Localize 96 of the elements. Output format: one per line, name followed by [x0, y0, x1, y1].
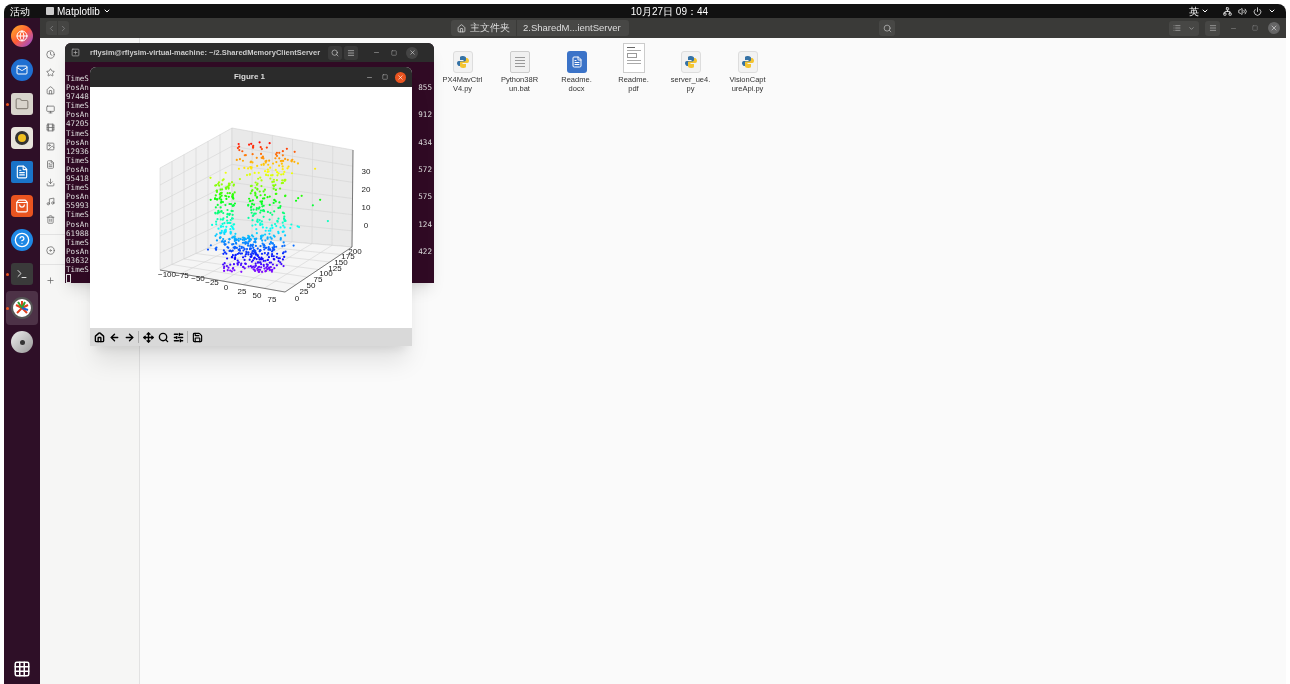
sliders-icon: [172, 331, 184, 343]
home-icon: [457, 23, 466, 33]
python-file-icon: [680, 51, 701, 73]
axis-tick-label: 20: [361, 185, 371, 194]
caret-icon: [1188, 24, 1196, 32]
close-icon: [1270, 24, 1278, 32]
dock-item[interactable]: [6, 291, 38, 325]
chevron-left-icon: [47, 23, 56, 33]
window-title: Figure 1: [232, 71, 267, 83]
star-icon[interactable]: [46, 68, 55, 78]
configure-button[interactable]: [171, 330, 185, 344]
monitor-icon[interactable]: [46, 104, 55, 114]
show-apps-icon[interactable]: [13, 660, 31, 678]
download-icon[interactable]: [46, 178, 55, 188]
home-icon: [93, 331, 105, 343]
arrow-right-icon: [123, 331, 135, 343]
close-button[interactable]: [395, 71, 406, 83]
python-file-icon: [737, 51, 758, 73]
zoom-button[interactable]: [156, 330, 170, 344]
activities-button[interactable]: 活动: [10, 4, 42, 19]
word-document-icon: [566, 51, 587, 73]
axis-tick-label: 25: [237, 287, 247, 296]
document-preview-icon: [622, 43, 645, 73]
axis-tick-label: 0: [223, 283, 229, 292]
axis-tick-label: 75: [313, 275, 323, 284]
document-icon: [11, 161, 33, 183]
maximize-icon: [1251, 25, 1258, 31]
maximize-button[interactable]: [379, 71, 391, 83]
document-icon[interactable]: [46, 160, 55, 170]
view-toggle-button[interactable]: [1169, 20, 1199, 36]
list-icon: [1172, 24, 1181, 32]
input-method-menu[interactable]: 英: [1189, 4, 1209, 19]
path-button[interactable]: 2.SharedM...ientServer: [517, 20, 629, 36]
text-file-icon: [509, 51, 530, 73]
volume-icon[interactable]: [1238, 6, 1247, 16]
close-icon: [397, 73, 404, 81]
arrow-left-icon: [108, 331, 120, 343]
move-icon: [142, 331, 154, 343]
text-cursor: [66, 274, 71, 283]
music-icon[interactable]: [46, 196, 55, 206]
caret-icon[interactable]: [1268, 7, 1276, 15]
film-icon[interactable]: [46, 123, 55, 133]
axis-tick-label: 0: [363, 221, 369, 230]
help-icon: [11, 229, 33, 251]
pan-button[interactable]: [141, 330, 155, 344]
home-icon[interactable]: [46, 86, 55, 96]
trash-icon[interactable]: [46, 215, 55, 225]
axis-tick-label: −75: [175, 271, 189, 280]
axis-tick-label: 150: [334, 258, 348, 267]
search-icon: [882, 23, 892, 33]
app-icon: [46, 7, 54, 15]
terminal-icon: [11, 263, 33, 285]
power-icon[interactable]: [1253, 6, 1262, 16]
maximize-icon: [382, 74, 388, 80]
browser-icon: [11, 25, 33, 47]
mail-icon: [11, 59, 33, 81]
axis-tick-label: 75: [267, 295, 277, 304]
search-button[interactable]: [879, 20, 895, 36]
close-icon: [408, 49, 416, 56]
app-menu[interactable]: Matplotlib: [46, 4, 111, 19]
caret-icon: [102, 7, 111, 15]
path-button[interactable]: 主文件夹: [451, 20, 516, 36]
search-button[interactable]: [328, 45, 343, 60]
axis-tick-label: 30: [361, 167, 371, 176]
python-file-icon: [452, 51, 473, 73]
speaker-icon: [11, 127, 33, 149]
home-button[interactable]: [92, 330, 106, 344]
axis-tick-label: 10: [361, 203, 371, 212]
axis-tick-label: −25: [205, 278, 219, 287]
menu-icon: [1208, 24, 1217, 32]
search-icon: [331, 48, 340, 57]
axis-tick-label: 50: [252, 291, 262, 300]
axis-tick-label: −100: [158, 270, 176, 279]
image-icon[interactable]: [46, 141, 55, 151]
maximize-icon: [391, 49, 398, 56]
axis-tick-label: 50: [306, 281, 316, 290]
disc-icon[interactable]: [46, 245, 55, 255]
save-button[interactable]: [190, 330, 204, 344]
folder-icon: [11, 93, 33, 115]
close-button[interactable]: [1268, 22, 1280, 34]
axis-tick-label: 0: [294, 294, 300, 303]
clock-icon[interactable]: [46, 49, 55, 59]
minimize-icon: [372, 49, 380, 56]
plus-icon[interactable]: [46, 276, 55, 285]
network-icon[interactable]: [1223, 6, 1232, 16]
axis-tick-label: 25: [299, 287, 309, 296]
chevron-right-icon: [59, 23, 68, 33]
menu-button[interactable]: [344, 45, 359, 60]
clock[interactable]: 10月27日 09：44: [630, 4, 709, 19]
shopping-bag-icon: [11, 195, 33, 217]
close-button[interactable]: [406, 46, 419, 59]
axis-tick-label: −50: [191, 274, 205, 283]
search-icon: [157, 331, 169, 343]
menu-icon: [347, 48, 356, 57]
new-tab-icon[interactable]: [71, 48, 80, 57]
caret-icon: [1201, 7, 1209, 15]
